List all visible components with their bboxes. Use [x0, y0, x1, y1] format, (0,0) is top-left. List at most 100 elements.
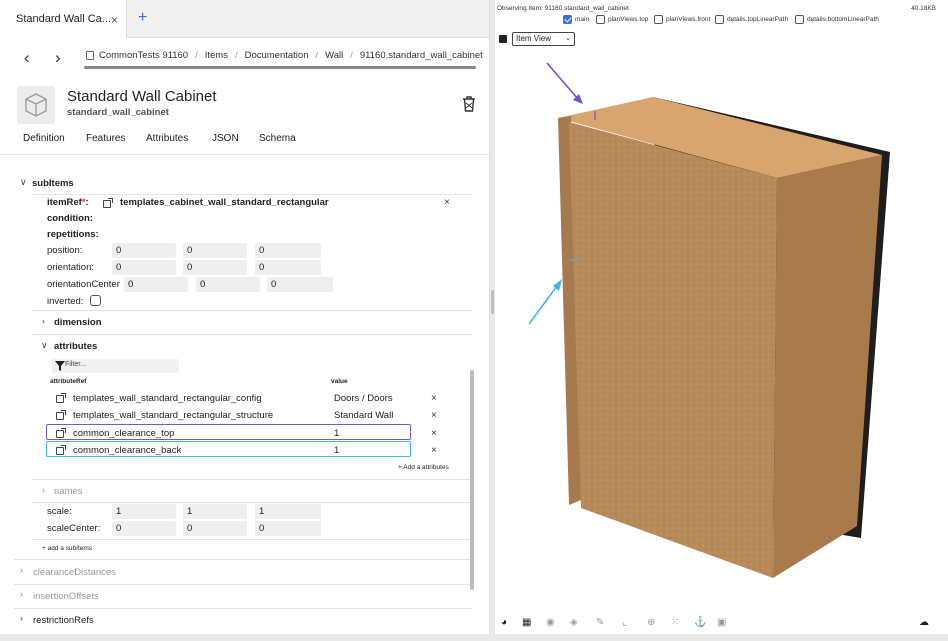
external-link-icon[interactable] [56, 445, 66, 455]
attribute-value[interactable]: Standard Wall [334, 410, 393, 421]
section-attributes[interactable]: attributes [54, 341, 97, 352]
external-link-icon[interactable] [56, 428, 66, 438]
orientation-center-x-input[interactable]: 0 [124, 277, 188, 292]
chevron-right-icon[interactable]: › [20, 565, 23, 575]
dots-icon[interactable]: ⁙ [671, 617, 679, 628]
filter-input[interactable]: Filter... [52, 359, 179, 373]
checkbox-icon[interactable] [654, 15, 663, 24]
attribute-ref[interactable]: common_clearance_top [73, 428, 174, 439]
trash-icon[interactable] [461, 95, 477, 113]
checkbox-planviews-front[interactable]: planViews.front [654, 15, 710, 24]
measure-icon[interactable]: ⌞ [622, 617, 627, 628]
attribute-value[interactable]: 1 [334, 445, 339, 456]
remove-attribute-button[interactable]: × [431, 428, 437, 439]
scale-y-input[interactable]: 1 [183, 504, 247, 519]
external-link-icon[interactable] [56, 393, 66, 403]
checkbox-details-top[interactable]: details.topLinearPath [715, 15, 788, 24]
attribute-value[interactable]: Doors / Doors [334, 393, 393, 404]
external-link-icon[interactable] [56, 410, 66, 420]
editor-panel: Standard Wall Ca... × + ‹ › CommonTests … [0, 0, 490, 634]
breadcrumb-item[interactable]: Wall [325, 50, 343, 61]
section-clearance-distances[interactable]: clearanceDistances [33, 567, 116, 578]
inverted-checkbox[interactable] [90, 295, 101, 306]
checkbox-icon[interactable] [715, 15, 724, 24]
view-select[interactable]: Item View ⌄ [512, 32, 575, 46]
breadcrumb-scrollbar[interactable] [84, 66, 476, 69]
compass-icon[interactable]: ◉ [546, 617, 555, 628]
target-icon[interactable]: ⊕ [647, 617, 655, 628]
tab-standard-wall-cabinet[interactable]: Standard Wall Ca... × [0, 0, 127, 38]
chevron-right-icon[interactable]: › [42, 485, 45, 495]
attribute-ref[interactable]: templates_wall_standard_rectangular_conf… [73, 393, 262, 404]
breadcrumb-item[interactable]: Documentation [245, 50, 309, 61]
cloud-download-icon[interactable]: ☁ [919, 617, 929, 628]
remove-itemref-button[interactable]: × [444, 197, 450, 208]
image-icon[interactable]: ▣ [717, 617, 726, 628]
add-subitem-button[interactable]: + add a subItems [42, 545, 92, 552]
scale-z-input[interactable]: 1 [255, 504, 321, 519]
orientation-z-input[interactable]: 0 [255, 260, 321, 275]
remove-attribute-button[interactable]: × [431, 393, 437, 404]
checkbox-main[interactable]: main [563, 15, 589, 24]
scale-center-x-input[interactable]: 0 [112, 521, 176, 536]
chevron-right-icon[interactable]: › [42, 316, 45, 326]
position-z-input[interactable]: 0 [255, 243, 321, 258]
section-restriction-refs[interactable]: restrictionRefs [33, 615, 94, 626]
tab-json[interactable]: JSON [212, 133, 239, 144]
tab-attributes[interactable]: Attributes [146, 133, 188, 144]
orientation-x-input[interactable]: 0 [112, 260, 176, 275]
scale-x-input[interactable]: 1 [112, 504, 176, 519]
document-icon [86, 51, 94, 60]
close-tab-icon[interactable]: × [111, 13, 118, 27]
checkbox-checked-icon[interactable] [563, 15, 572, 24]
remove-attribute-button[interactable]: × [431, 410, 437, 421]
checkbox-planviews-top[interactable]: planViews.top [596, 15, 648, 24]
forward-button[interactable]: › [55, 48, 61, 68]
palette-icon[interactable]: ◕ [501, 617, 507, 628]
external-link-icon[interactable] [103, 198, 113, 208]
cabinet-3d-view[interactable] [495, 50, 948, 610]
checkbox-details-bottom[interactable]: details.bottomLinearPath [795, 15, 879, 24]
orientation-center-y-input[interactable]: 0 [196, 277, 260, 292]
tab-title: Standard Wall Ca... [16, 13, 111, 25]
tab-definition[interactable]: Definition [23, 133, 65, 144]
breadcrumb-item[interactable]: CommonTests 91160 [99, 50, 188, 61]
brush-icon[interactable]: ✎ [596, 617, 604, 628]
add-attribute-button[interactable]: + Add a attributes [398, 464, 449, 471]
breadcrumb-item[interactable]: 91160.standard_wall_cabinet [360, 50, 483, 61]
vertical-scrollbar[interactable] [470, 370, 474, 590]
orientation-center-z-input[interactable]: 0 [267, 277, 333, 292]
scale-center-z-input[interactable]: 0 [255, 521, 321, 536]
checkbox-icon[interactable] [596, 15, 605, 24]
anchor-icon[interactable]: ⚓ [694, 617, 706, 628]
itemref-value[interactable]: templates_cabinet_wall_standard_rectangu… [120, 197, 329, 208]
section-insertion-offsets[interactable]: insertionOffsets [33, 591, 99, 602]
tab-features[interactable]: Features [86, 133, 125, 144]
position-y-input[interactable]: 0 [183, 243, 247, 258]
breadcrumb-item[interactable]: Items [205, 50, 228, 61]
section-dimension[interactable]: dimension [54, 317, 102, 328]
tab-schema[interactable]: Schema [259, 133, 296, 144]
section-names[interactable]: names [54, 486, 83, 497]
scale-center-y-input[interactable]: 0 [183, 521, 247, 536]
orientation-y-input[interactable]: 0 [183, 260, 247, 275]
cube-icon[interactable]: ◈ [570, 617, 578, 628]
chevron-down-icon[interactable]: ∨ [41, 340, 48, 351]
back-button[interactable]: ‹ [24, 48, 30, 68]
grid-icon[interactable]: ▦ [522, 617, 531, 628]
clearance-top-arrow [546, 62, 579, 100]
chevron-right-icon[interactable]: › [20, 613, 23, 623]
attribute-ref[interactable]: templates_wall_standard_rectangular_stru… [73, 410, 273, 421]
chevron-down-icon[interactable]: ∨ [20, 177, 27, 188]
checkbox-icon[interactable] [795, 15, 804, 24]
divider [0, 154, 489, 155]
new-tab-icon[interactable]: + [138, 9, 147, 27]
panel-splitter[interactable] [491, 290, 494, 314]
remove-attribute-button[interactable]: × [431, 445, 437, 456]
position-x-input[interactable]: 0 [112, 243, 176, 258]
section-subitems[interactable]: subItems [32, 178, 74, 189]
attribute-ref[interactable]: common_clearance_back [73, 445, 181, 456]
attribute-value[interactable]: 1 [334, 428, 339, 439]
condition-label: condition: [47, 213, 93, 224]
chevron-right-icon[interactable]: › [20, 589, 23, 599]
